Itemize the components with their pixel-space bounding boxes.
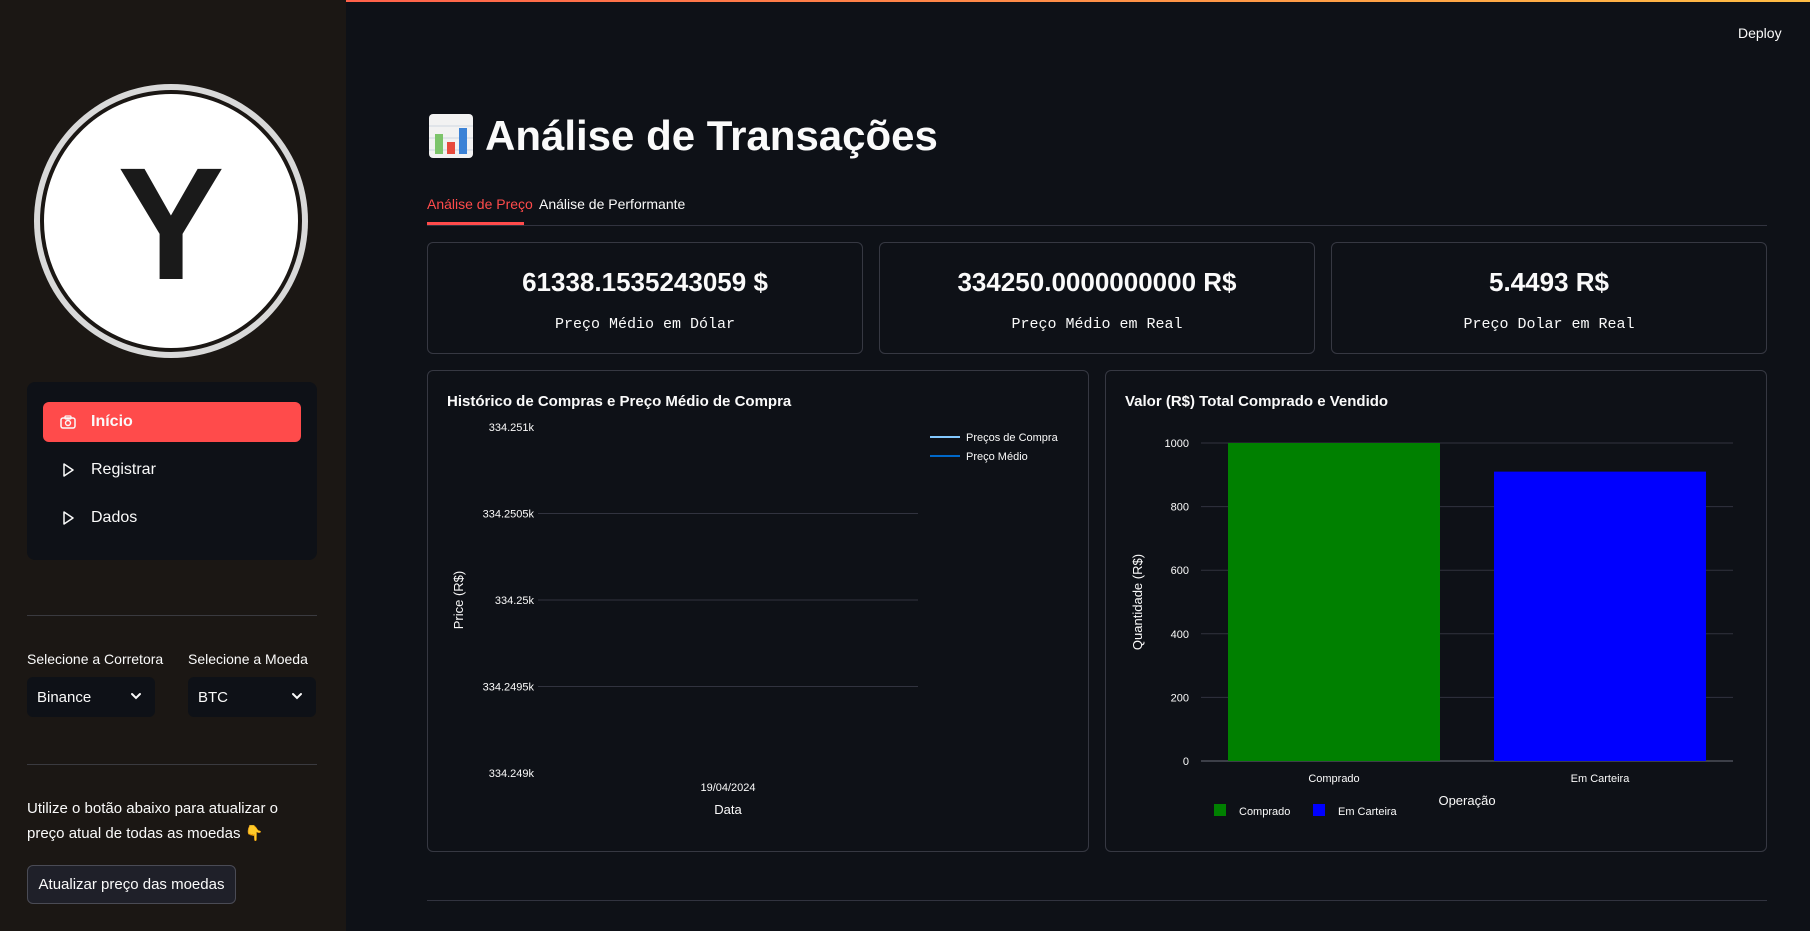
y-tick-label: 334.2505k xyxy=(483,509,535,521)
y-tick-label: 200 xyxy=(1171,692,1189,704)
nav-menu: Início Registrar Dados xyxy=(27,382,317,560)
update-info-text: Utilize o botão abaixo para atualizar o … xyxy=(27,796,317,846)
nav-item-label: Dados xyxy=(91,509,138,526)
metric-label: Preço Médio em Dólar xyxy=(554,316,736,333)
sidebar-divider xyxy=(27,615,317,616)
coin-select-label: Selecione a Moeda xyxy=(188,651,308,667)
legend-label: Em Carteira xyxy=(1338,806,1398,818)
sidebar-divider xyxy=(27,764,317,765)
legend-label: Preços de Compra xyxy=(966,432,1059,444)
avatar: Y xyxy=(40,90,302,352)
legend-label: Preço Médio xyxy=(966,451,1028,463)
chart-panel-total-value: Valor (R$) Total Comprado e Vendido 0 200… xyxy=(1105,370,1767,852)
update-prices-button[interactable]: Atualizar preço das moedas xyxy=(27,865,236,904)
bar-chart-emoji-icon xyxy=(429,114,473,158)
y-axis-label: Quantidade (R$) xyxy=(1130,554,1145,650)
pointing-down-icon: 👇 xyxy=(244,825,264,842)
metric-value: 5.4493 R$ xyxy=(1489,267,1609,297)
metric-label: Preço Médio em Real xyxy=(1011,316,1183,333)
y-tick-label: 800 xyxy=(1171,502,1189,514)
sidebar: Y Início Registrar Dados Selecione a Cor… xyxy=(0,0,346,931)
broker-select[interactable]: Binance xyxy=(27,677,155,717)
metric-card-dollar-real: 5.4493 R$ Preço Dolar em Real xyxy=(1331,242,1767,354)
play-outline-icon xyxy=(59,511,77,525)
metric-card-avg-real: 334250.0000000000 R$ Preço Médio em Real xyxy=(879,242,1315,354)
nav-item-label: Registrar xyxy=(91,461,156,478)
y-tick-label: 334.251k xyxy=(489,422,535,434)
line-chart[interactable]: 334.249k 334.2495k 334.25k 334.2505k 334.251… xyxy=(428,371,1088,851)
coin-select[interactable]: BTC xyxy=(188,677,316,717)
nav-item-dados[interactable]: Dados xyxy=(43,498,301,538)
y-tick-label: 334.2495k xyxy=(483,682,535,694)
camera-icon xyxy=(59,415,77,429)
broker-select-value: Binance xyxy=(37,688,92,706)
update-info-message: Utilize o botão abaixo para atualizar o … xyxy=(27,800,278,842)
coin-select-value: BTC xyxy=(198,688,228,706)
bar-chart[interactable]: 0 200 400 600 800 1000 Comprado Em Carteira Oper… xyxy=(1106,371,1766,851)
chart-panel-price-history: Histórico de Compras e Preço Médio de Co… xyxy=(427,370,1089,852)
x-axis-label: Operação xyxy=(1438,793,1495,808)
avatar-letter: Y xyxy=(117,134,225,313)
nav-item-inicio[interactable]: Início xyxy=(43,402,301,442)
tab-analise-preco[interactable]: Análise de Preço xyxy=(427,196,533,212)
bar-em-carteira xyxy=(1494,471,1706,761)
page-title: Análise de Transações xyxy=(427,112,938,160)
x-tick-label: Em Carteira xyxy=(1571,773,1631,785)
x-axis-label: Data xyxy=(714,802,742,817)
metric-value: 334250.0000000000 R$ xyxy=(957,267,1237,297)
tab-bar: Análise de Preço Análise de Performante xyxy=(427,194,1767,226)
metric-label: Preço Dolar em Real xyxy=(1463,316,1635,333)
active-tab-indicator xyxy=(427,222,524,225)
y-tick-label: 1000 xyxy=(1165,438,1189,450)
broker-select-label: Selecione a Corretora xyxy=(27,651,164,667)
bar-comprado xyxy=(1228,443,1440,761)
legend-label: Comprado xyxy=(1239,806,1290,818)
section-divider xyxy=(427,900,1767,901)
metric-card-avg-dollar: 61338.1535243059 $ Preço Médio em Dólar xyxy=(427,242,863,354)
chevron-down-icon xyxy=(129,689,143,707)
y-axis-label: Price (R$) xyxy=(451,571,466,630)
y-tick-label: 334.25k xyxy=(495,595,535,607)
nav-item-label: Início xyxy=(91,413,133,430)
y-tick-label: 600 xyxy=(1171,565,1189,577)
x-tick-label: 19/04/2024 xyxy=(700,782,755,794)
page-title-text: Análise de Transações xyxy=(485,112,938,159)
chevron-down-icon xyxy=(290,689,304,707)
y-tick-label: 334.249k xyxy=(489,768,535,780)
x-tick-label: Comprado xyxy=(1308,773,1359,785)
metric-value: 61338.1535243059 $ xyxy=(522,267,768,297)
legend-swatch xyxy=(1313,804,1325,816)
play-outline-icon xyxy=(59,463,77,477)
y-tick-label: 0 xyxy=(1183,756,1189,768)
nav-item-registrar[interactable]: Registrar xyxy=(43,450,301,490)
tab-analise-performante[interactable]: Análise de Performante xyxy=(539,196,685,212)
y-tick-label: 400 xyxy=(1171,629,1189,641)
deploy-button[interactable]: Deploy xyxy=(1738,25,1782,41)
legend-swatch xyxy=(1214,804,1226,816)
